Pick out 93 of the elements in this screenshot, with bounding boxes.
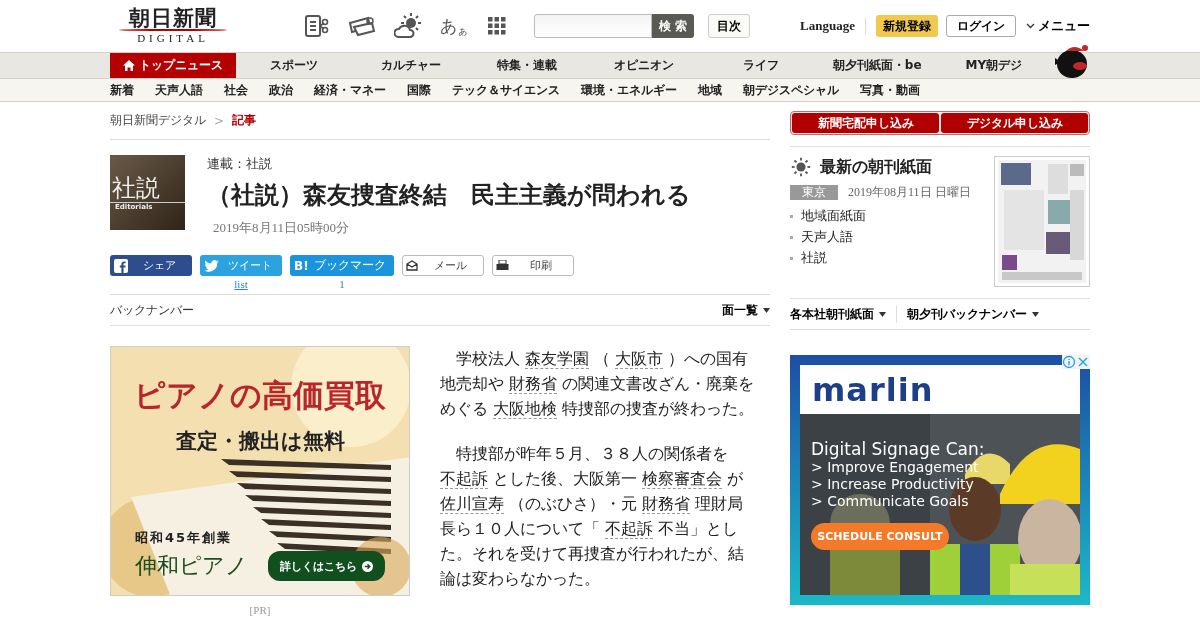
paper-link[interactable]: 天声人語 (790, 228, 971, 246)
paper-link[interactable]: 社説 (790, 249, 971, 267)
ad-headline: ピアノの高価買取 (134, 376, 386, 415)
term-link[interactable]: 不起訴 (605, 519, 654, 539)
article-title: （社説）森友捜査終結 民主主義が問われる (207, 180, 691, 211)
chevron-icon (1026, 23, 1035, 29)
ad-subhead: 査定・搬出は無料 (175, 427, 345, 455)
region-label: 東京 (790, 185, 838, 200)
bird-icon (204, 259, 219, 272)
menu-button[interactable]: メニュー (1026, 17, 1090, 35)
article-date: 2019年8月11日05時00分 (212, 219, 351, 237)
nav-link[interactable]: 国際 (407, 81, 431, 99)
term-link[interactable]: 森友学園 (525, 349, 590, 369)
paper-date: 2019年08月11日 日曜日 (848, 184, 971, 201)
signup-button[interactable]: 新規登録 (876, 15, 938, 37)
weather-icon[interactable] (394, 13, 422, 39)
share-button[interactable]: 印刷 (492, 255, 574, 276)
nav-tab[interactable]: スポーツ (236, 53, 353, 78)
printer-icon (496, 260, 509, 271)
sun-icon (790, 156, 812, 178)
paper-menu[interactable]: 朝夕刊バックナンバー (896, 305, 1049, 323)
term-link[interactable]: 大阪市 (615, 349, 664, 369)
ad-logo: marlin (812, 370, 934, 409)
search-button[interactable]: 検 索 (652, 14, 694, 38)
breadcrumb-link[interactable]: 朝日新聞デジタル (110, 112, 206, 129)
share-button[interactable]: メール (402, 255, 484, 276)
logo-subtitle: DIGITAL (137, 31, 209, 45)
breadcrumb-separator: > (214, 113, 225, 128)
ad-headline: Digital Signage Can: (811, 439, 986, 459)
share-button[interactable]: シェア (110, 255, 192, 276)
nav-link[interactable]: テック＆サイエンス (452, 81, 560, 99)
search-field[interactable] (534, 14, 652, 38)
caret-icon (879, 311, 886, 317)
nav-link[interactable]: 天声人語 (155, 81, 203, 99)
series-label: 連載：社説 (207, 155, 273, 173)
share-count[interactable]: 1 (339, 278, 345, 290)
subscribe-button[interactable]: 新聞宅配申し込み (792, 113, 939, 133)
thumbnail-title: 社説 (111, 174, 161, 202)
nav-link[interactable]: 環境・エネルギー (581, 81, 677, 99)
info-icon[interactable] (1062, 355, 1076, 369)
document-scissors-icon[interactable] (304, 14, 330, 38)
article-paragraph: 特捜部が昨年５月、３８人の関係者を 不起訴 とした後、大阪第一 検察審査会 が 佐川宣寿 （のぶひさ）・元 財務省 理財局長ら１０人について「 不起訴 不当」とした。それを受けて再捜査が行われたが、結論は変わらなかった。 (440, 443, 745, 590)
mascot-drawing (1052, 44, 1091, 78)
term-link[interactable]: 財務省 (509, 374, 558, 394)
language-link[interactable]: Language (800, 18, 866, 34)
term-link[interactable]: 佐川宣寿 (440, 494, 504, 514)
arrow-icon (362, 560, 373, 572)
nav-link[interactable]: 社会 (224, 81, 248, 99)
close-icon[interactable] (1076, 355, 1090, 369)
backnumber-label: バックナンバー (110, 301, 194, 319)
home-icon (123, 60, 135, 71)
subscribe-button[interactable]: デジタル申し込み (941, 113, 1088, 133)
term-link[interactable]: 大阪地検 (493, 399, 558, 419)
facebook-icon (114, 258, 128, 273)
grid-icon[interactable] (488, 17, 506, 35)
term-link[interactable]: 不起訴 (440, 469, 488, 489)
nav-link[interactable]: 朝デジスペシャル (743, 81, 839, 99)
envelope-icon (406, 260, 418, 271)
cards-icon[interactable] (348, 15, 376, 37)
nav-tab[interactable]: カルチャー (352, 53, 470, 78)
caret-icon (763, 307, 770, 313)
nav-link[interactable]: 新着 (110, 81, 134, 99)
nav-tab[interactable]: オピニオン (585, 53, 703, 78)
term-link[interactable]: 財務省 (642, 494, 691, 514)
nav-tab[interactable]: 特集・連載 (469, 53, 586, 78)
login-button[interactable]: ログイン (946, 15, 1016, 37)
piano-ad[interactable]: ピアノの高価買取 査定・搬出は無料 昭和45年創業 伸和ピアノ 詳しくはこちら (110, 346, 410, 596)
breadcrumb-link[interactable]: 記事 (232, 112, 257, 129)
nav-link[interactable]: 経済・マネー (314, 81, 386, 99)
nav-tab[interactable]: 朝夕刊紙面・be (818, 53, 936, 78)
term-link[interactable]: 検察審査会 (642, 469, 723, 489)
paper-link[interactable]: 地域面紙面 (790, 207, 971, 225)
paper-menu[interactable]: 各本社朝刊紙面 (790, 305, 896, 323)
nav-tab[interactable]: MY朝デジ (935, 53, 1053, 78)
paper-title: 最新の朝刊紙面 (820, 156, 932, 178)
logo[interactable]: 朝日新聞 DIGITAL (118, 7, 228, 45)
ad-cta-button[interactable]: 詳しくはこちら (268, 551, 385, 581)
ad-bullet: > Communicate Goals (811, 493, 970, 510)
ad-brand: 伸和ピアノ (135, 552, 248, 580)
page-list-menu[interactable]: 面一覧 (722, 301, 770, 319)
ad-founded-text: 昭和45年創業 (135, 529, 234, 547)
share-count[interactable]: list (234, 278, 248, 290)
nav-link[interactable]: 写真・動画 (860, 81, 920, 99)
nav-link[interactable]: 地域 (698, 81, 722, 99)
caret-icon (1032, 311, 1039, 317)
pr-label: [PR] (249, 604, 271, 616)
ad-bullet: > Increase Productivity (811, 476, 975, 493)
nav-tab[interactable]: ライフ (702, 53, 819, 78)
logo-title: 朝日新聞 (129, 7, 217, 29)
nav-tab[interactable]: トップニュース (110, 53, 236, 78)
nav-link[interactable]: 政治 (269, 81, 293, 99)
index-button[interactable]: 目次 (708, 14, 750, 38)
article-paragraph: 学校法人 森友学園 （ 大阪市 ）への国有地売却や 財務省 の関連文書改ざん・廃棄をめぐる 大阪地検 特捜部の捜査が終わった。 (440, 348, 756, 421)
